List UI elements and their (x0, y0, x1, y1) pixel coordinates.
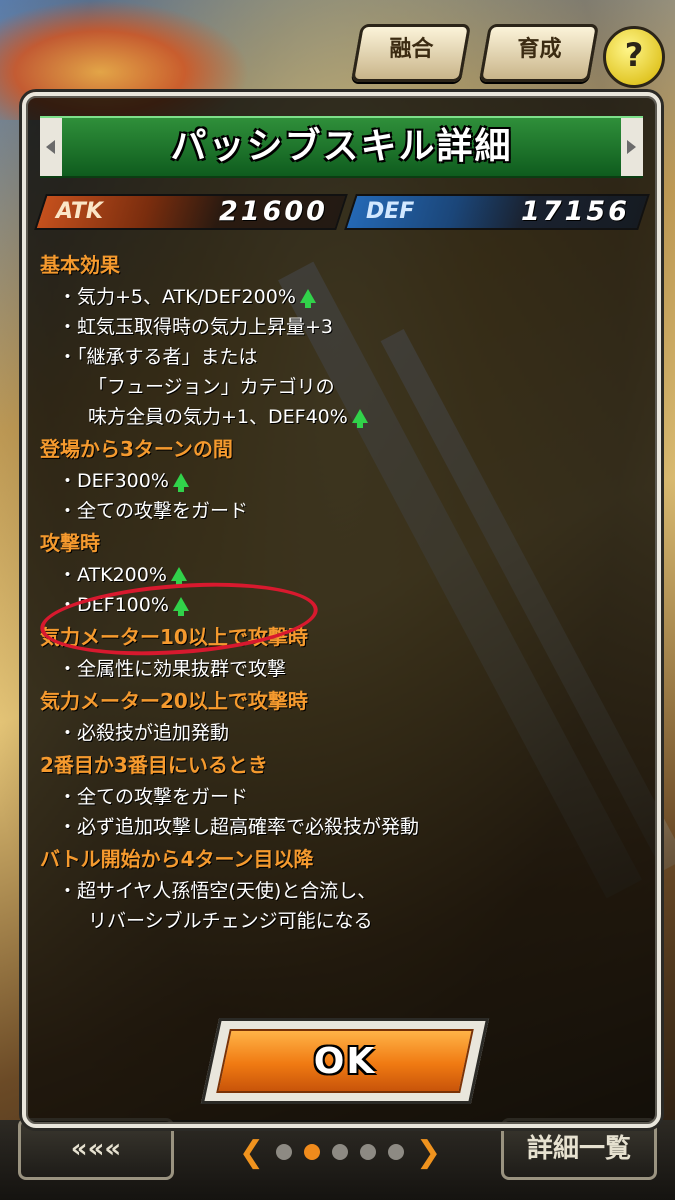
page-indicator: ❮ ❯ (230, 1132, 450, 1172)
skill-effect-line: 味方全員の気力+1、DEF40% (40, 402, 640, 432)
skill-effect-line: ・全ての攻撃をガード (40, 782, 640, 812)
skill-effect-line: ・必殺技が追加発動 (40, 718, 640, 748)
ok-button-label: OK (313, 1041, 377, 1082)
training-button[interactable]: 育成 (478, 24, 600, 82)
atk-label: ATK (56, 199, 103, 224)
back-chevrons-icon: ««« (70, 1134, 122, 1164)
training-button-label: 育成 (517, 37, 562, 62)
dialog-title-bar: パッシブスキル詳細 (40, 116, 643, 178)
up-arrow-icon (351, 408, 368, 428)
skill-effect-text: ・「継承する者」または (58, 346, 258, 368)
skill-effect-line: ・気力+5、ATK/DEF200% (40, 282, 640, 312)
skill-effect-text: ・虹気玉取得時の気力上昇量+3 (58, 316, 334, 338)
atk-stat: ATK 21600 (34, 194, 348, 230)
skill-effect-line: リバーシブルチェンジ可能になる (40, 906, 640, 936)
def-label: DEF (366, 199, 415, 224)
skill-effect-line: ・「継承する者」または (40, 342, 640, 372)
title-cap-right (621, 118, 643, 176)
skill-effect-line: ・DEF300% (40, 466, 640, 496)
section-heading: 基本効果 (40, 253, 120, 277)
up-arrow-icon (172, 472, 189, 492)
page-dot-active[interactable] (304, 1144, 320, 1160)
skill-effect-text: ・DEF300% (58, 470, 169, 492)
detail-list-button-label: 詳細一覧 (526, 1134, 631, 1164)
skill-effect-text: ・超サイヤ人孫悟空(天使)と合流し、 (58, 880, 377, 902)
skill-effect-text: ・全ての攻撃をガード (58, 500, 249, 522)
section-heading: 気力メーター20以上で攻撃時 (40, 689, 308, 713)
skill-effect-text: ・ATK200% (58, 564, 167, 586)
question-icon: ? (624, 36, 644, 74)
skill-effect-text: ・気力+5、ATK/DEF200% (58, 286, 296, 308)
page-dot[interactable] (276, 1144, 292, 1160)
page-dot[interactable] (360, 1144, 376, 1160)
dialog-title: パッシブスキル詳細 (170, 126, 513, 167)
skill-effect-line: ・全属性に効果抜群で攻撃 (40, 654, 640, 684)
fusion-button-label: 融合 (389, 37, 434, 62)
page-dot[interactable] (388, 1144, 404, 1160)
help-button[interactable]: ? (603, 26, 665, 88)
skill-effect-line: ・必ず追加攻撃し超高確率で必殺技が発動 (40, 812, 640, 842)
skill-effect-text: ・必殺技が追加発動 (58, 722, 230, 744)
up-arrow-icon (299, 288, 316, 308)
skill-effect-line: ・ATK200% (40, 560, 640, 590)
skill-effect-line: ・虹気玉取得時の気力上昇量+3 (40, 312, 640, 342)
atk-value: 21600 (219, 196, 328, 227)
chevron-left-icon[interactable]: ❮ (239, 1135, 264, 1170)
def-stat: DEF 17156 (344, 194, 650, 230)
skill-effect-text: ・全属性に効果抜群で攻撃 (58, 658, 287, 680)
up-arrow-icon (170, 566, 187, 586)
skill-effect-text: ・全ての攻撃をガード (58, 786, 249, 808)
ok-button[interactable]: OK (216, 1029, 474, 1093)
def-value: 17156 (521, 196, 630, 227)
page-dot[interactable] (332, 1144, 348, 1160)
fusion-button[interactable]: 融合 (350, 24, 472, 82)
section-heading: 登場から3ターンの間 (40, 437, 233, 461)
section-heading: 攻撃時 (40, 531, 100, 555)
ok-button-frame[interactable]: OK (200, 1018, 490, 1104)
skill-effect-line: ・超サイヤ人孫悟空(天使)と合流し、 (40, 876, 640, 906)
passive-skill-dialog: パッシブスキル詳細 ATK 21600 DEF 17156 基本効果・気力+5、… (22, 92, 661, 1128)
skill-effect-text: 味方全員の気力+1、DEF40% (88, 406, 348, 428)
section-heading: バトル開始から4ターン目以降 (40, 847, 314, 871)
skill-effect-line: ・全ての攻撃をガード (40, 496, 640, 526)
skill-effect-text: リバーシブルチェンジ可能になる (88, 910, 373, 932)
skill-effect-line: 「フュージョン」カテゴリの (40, 372, 640, 402)
skill-effect-text: ・必ず追加攻撃し超高確率で必殺技が発動 (58, 816, 420, 838)
section-heading: 2番目か3番目にいるとき (40, 753, 268, 777)
skill-effect-text: 「フュージョン」カテゴリの (88, 376, 335, 398)
chevron-right-icon[interactable]: ❯ (416, 1135, 441, 1170)
